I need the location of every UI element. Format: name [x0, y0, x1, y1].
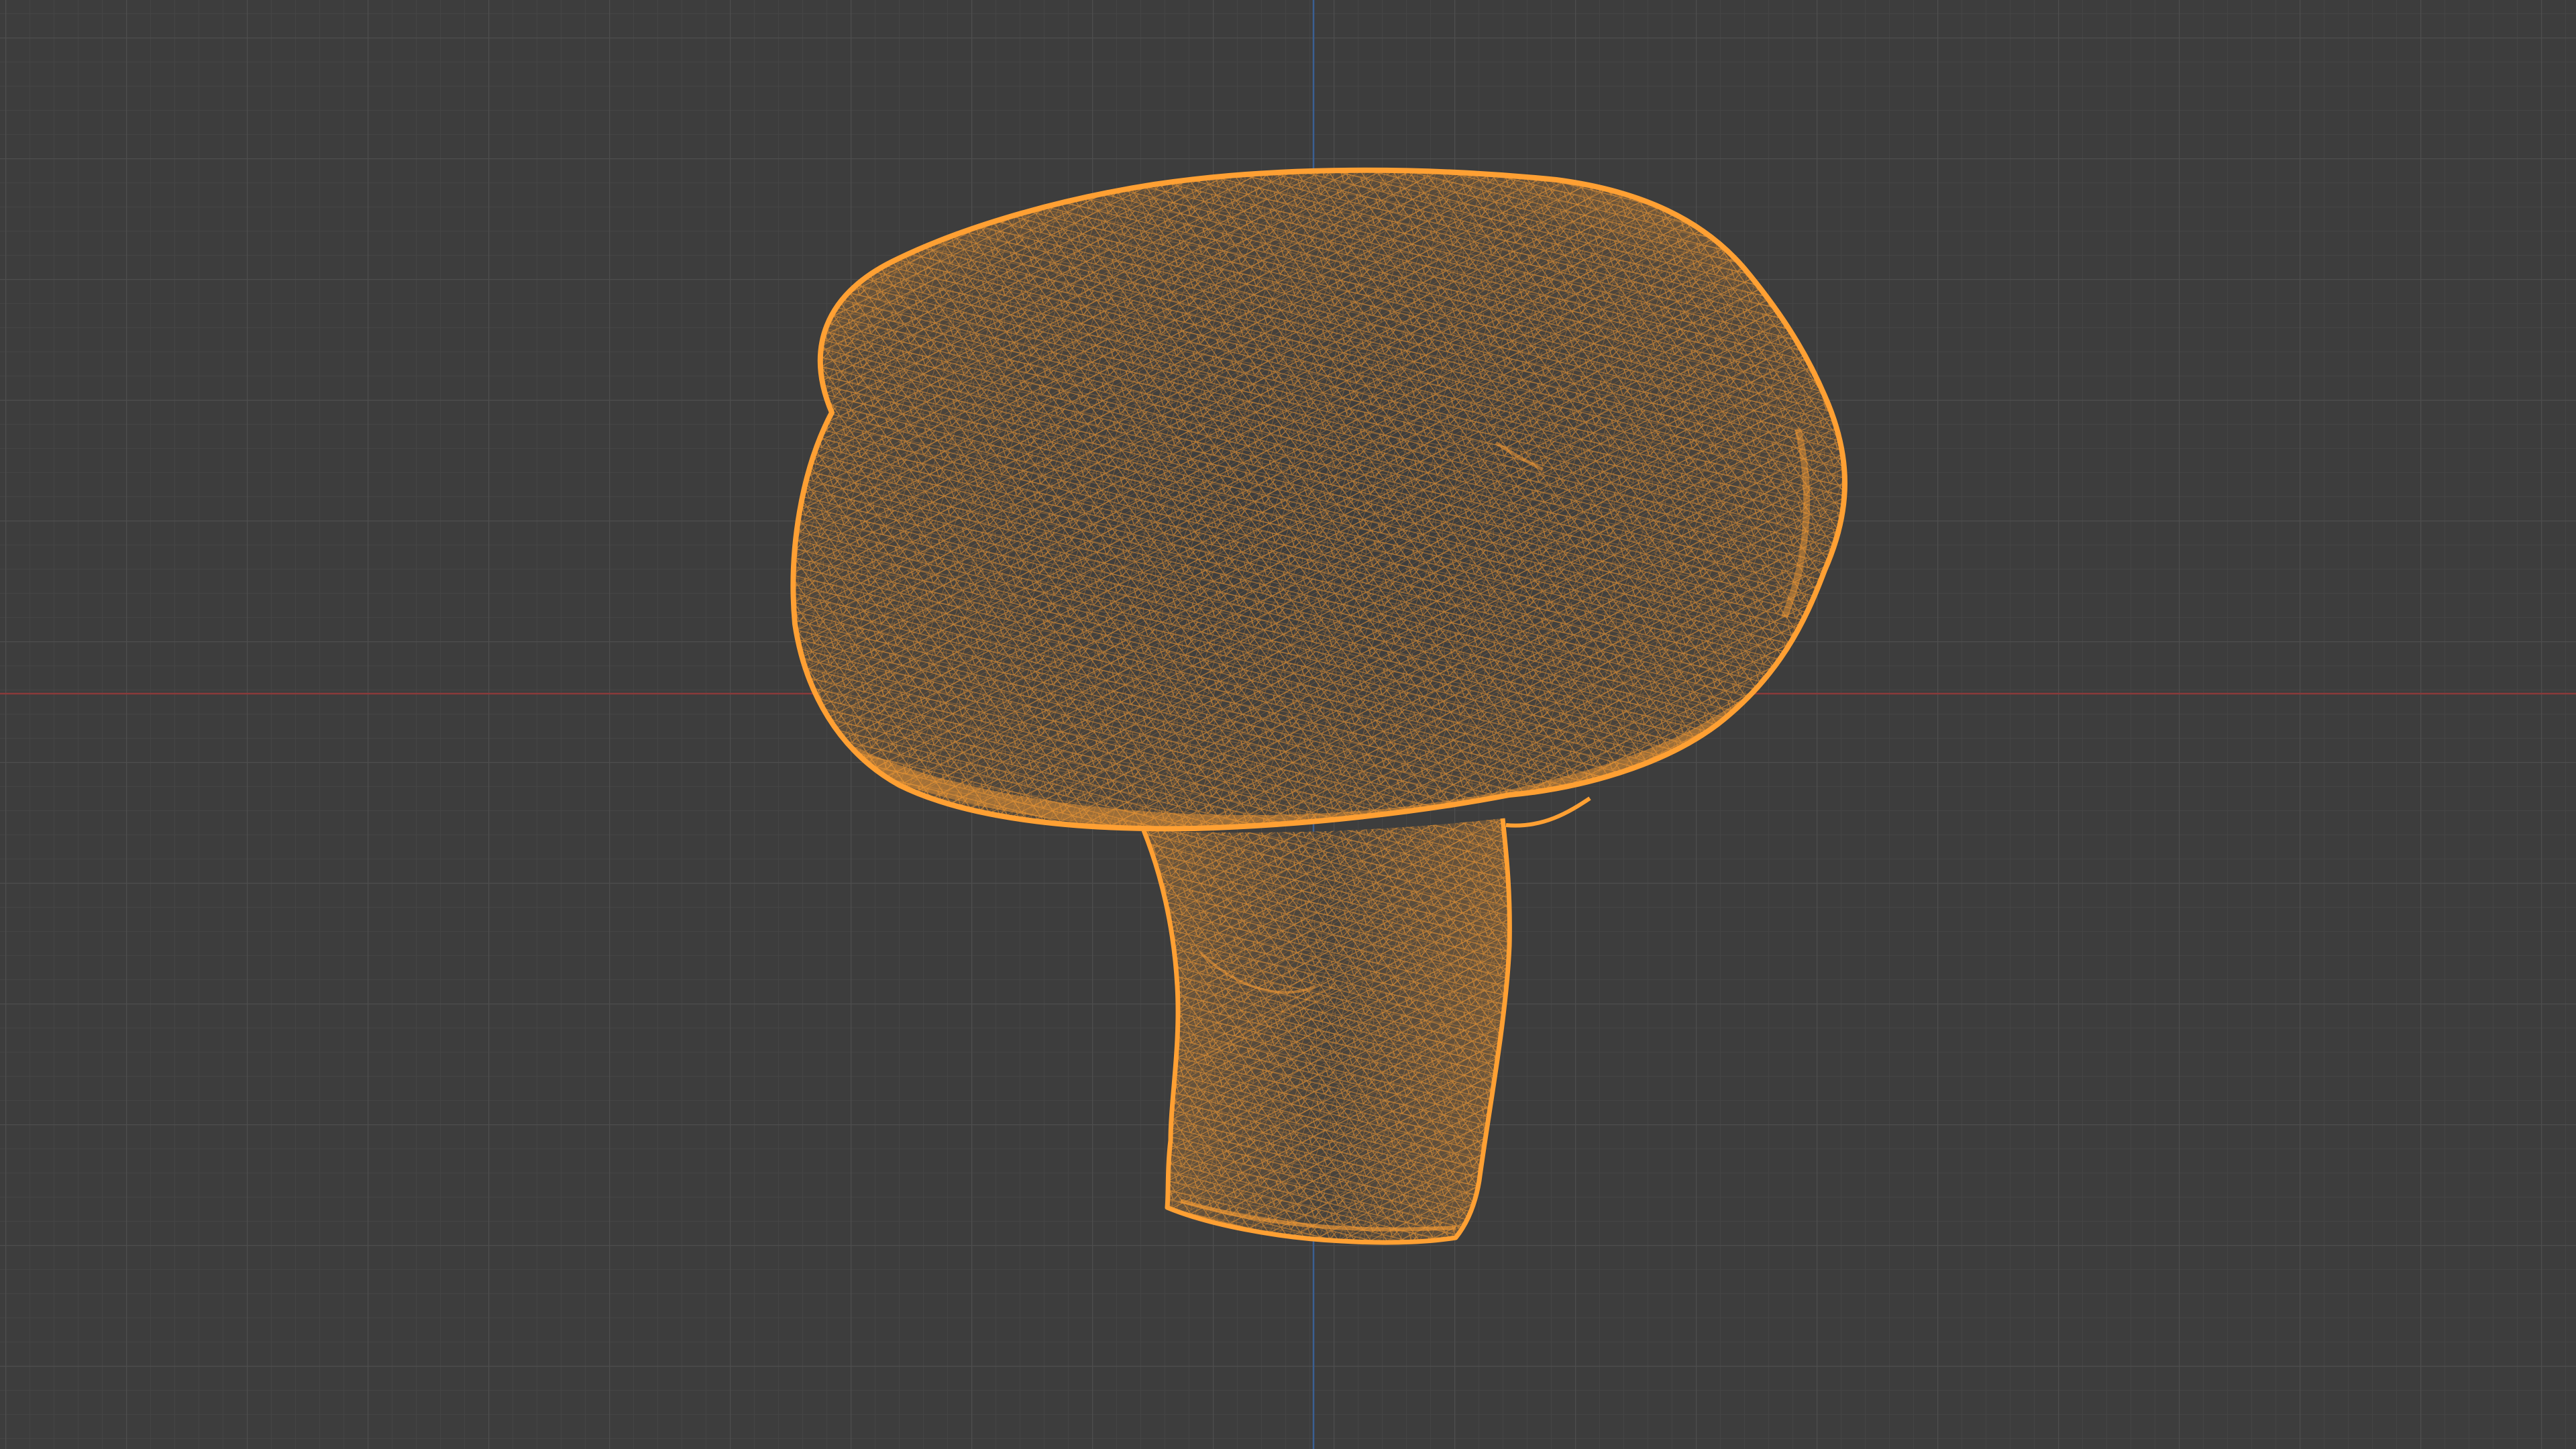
- viewport-canvas[interactable]: [0, 0, 2576, 1449]
- 3d-viewport[interactable]: [0, 0, 2576, 1449]
